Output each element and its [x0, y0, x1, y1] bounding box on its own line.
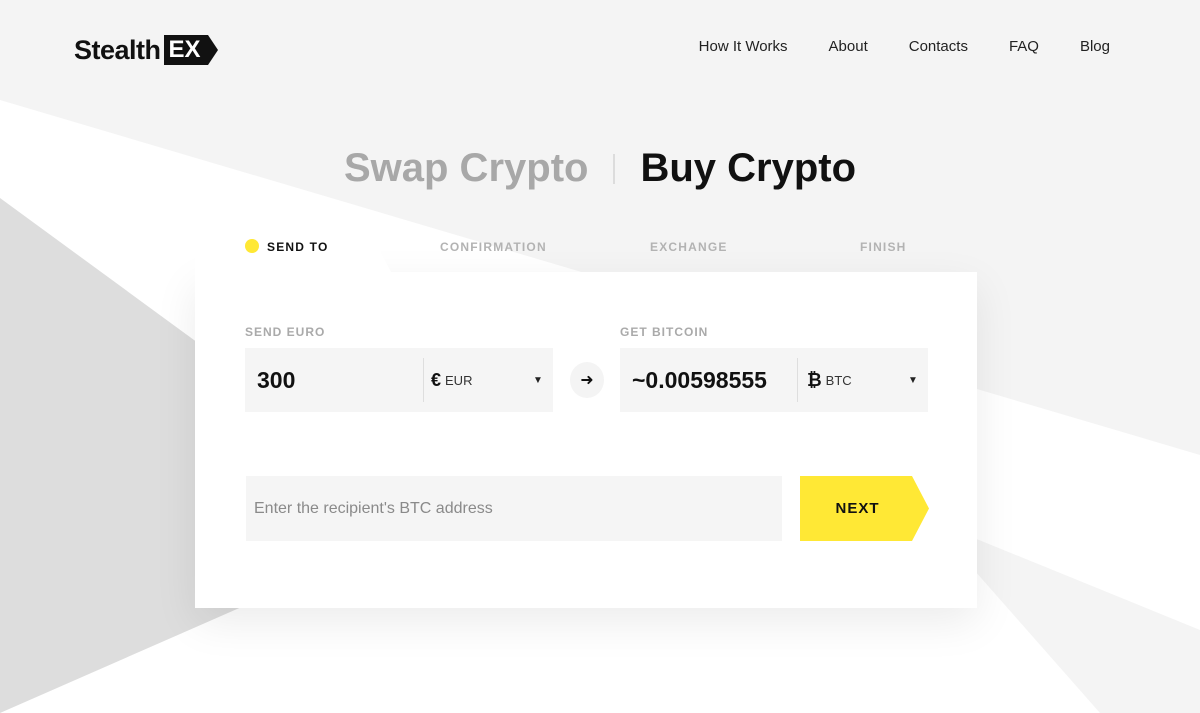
- get-amount-value: ~0.00598555: [632, 366, 767, 393]
- step-send-to: SEND TO: [267, 240, 329, 254]
- nav-how-it-works[interactable]: How It Works: [699, 37, 788, 57]
- nav-contacts[interactable]: Contacts: [909, 37, 968, 57]
- get-divider: [797, 358, 798, 402]
- tab-swap-crypto[interactable]: Swap Crypto: [344, 146, 588, 191]
- nav-faq[interactable]: FAQ: [1009, 37, 1039, 57]
- nav-blog[interactable]: Blog: [1080, 37, 1110, 57]
- send-currency-select[interactable]: € EUR: [431, 348, 472, 412]
- nav-about[interactable]: About: [829, 37, 868, 57]
- next-button[interactable]: NEXT: [800, 476, 930, 541]
- chevron-down-icon[interactable]: ▼: [908, 348, 918, 412]
- brand-badge: EX: [163, 35, 218, 65]
- address-field: [246, 476, 782, 541]
- arrow-right-icon: ➜: [580, 372, 594, 389]
- get-currency-code: BTC: [825, 372, 852, 388]
- step-confirmation: CONFIRMATION: [440, 240, 547, 254]
- step-exchange: EXCHANGE: [650, 240, 728, 254]
- brand-logo[interactable]: Stealth EX: [74, 33, 218, 67]
- get-currency-select[interactable]: ₿ BTC: [807, 348, 852, 412]
- exchange-card: [195, 272, 977, 608]
- active-step-dot: [245, 239, 259, 253]
- recipient-address-input[interactable]: [246, 476, 782, 541]
- get-amount-box: ~0.00598555 ₿ BTC ▼: [620, 348, 928, 412]
- chevron-down-icon[interactable]: ▼: [533, 348, 543, 412]
- next-button-label: NEXT: [835, 500, 880, 517]
- top-nav: How It Works About Contacts FAQ Blog: [658, 37, 1110, 57]
- tab-buy-crypto[interactable]: Buy Crypto: [640, 146, 856, 191]
- bitcoin-icon: ₿: [807, 369, 822, 390]
- get-label: GET BITCOIN: [620, 325, 709, 339]
- send-amount-box: 300 € EUR ▼: [245, 348, 553, 412]
- brand-badge-text: EX: [168, 36, 201, 63]
- step-finish: FINISH: [860, 240, 907, 254]
- send-divider: [423, 358, 424, 402]
- euro-icon: €: [431, 369, 442, 390]
- send-label: SEND EURO: [245, 325, 326, 339]
- swap-direction-button[interactable]: ➜: [570, 362, 604, 398]
- brand-name: Stealth: [74, 34, 161, 65]
- mode-switcher: Swap Crypto Buy Crypto: [0, 146, 1200, 191]
- title-divider: [613, 153, 616, 184]
- send-amount-input[interactable]: 300: [257, 348, 295, 412]
- send-currency-code: EUR: [445, 372, 473, 388]
